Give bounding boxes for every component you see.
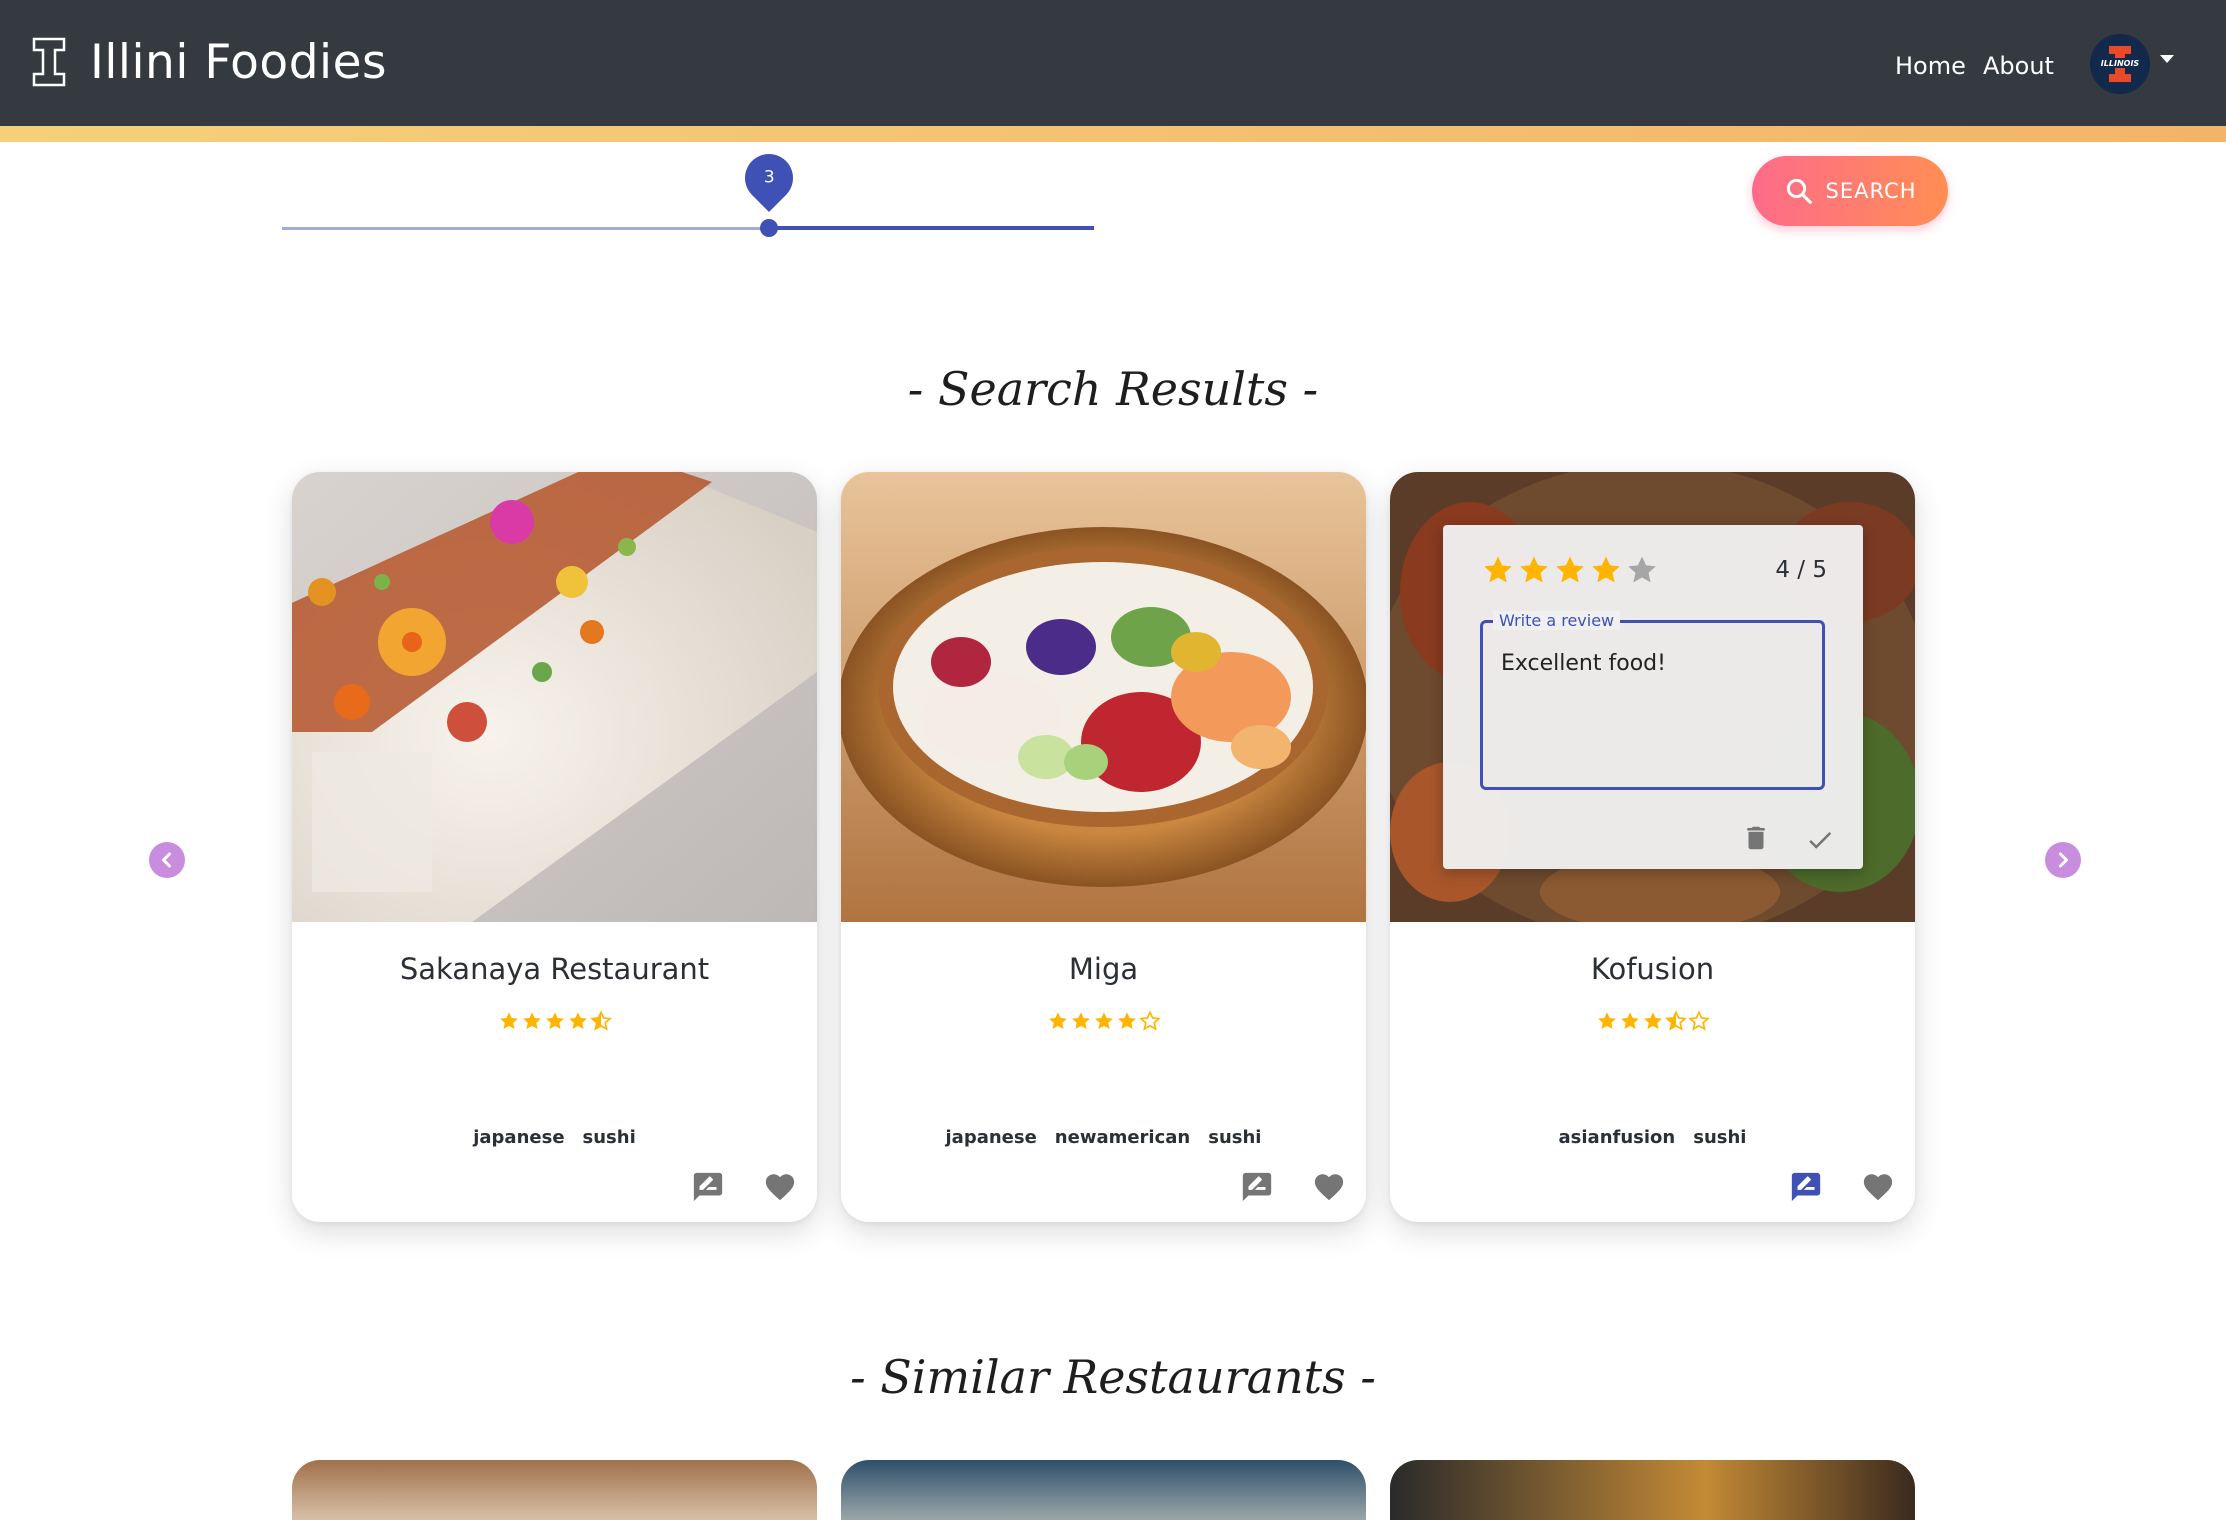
tag-list: asianfusion sushi (1390, 1127, 1915, 1148)
rate-review-icon (1242, 1172, 1272, 1202)
rating-stars (292, 1010, 817, 1032)
similar-restaurant-card[interactable] (292, 1460, 817, 1520)
restaurant-photo (292, 472, 817, 922)
star-filled-icon (568, 1012, 587, 1029)
restaurant-name: Kofusion (1590, 952, 1715, 986)
write-review-button[interactable] (691, 1170, 725, 1204)
star-filled-icon (1094, 1012, 1113, 1029)
heart-icon (1863, 1174, 1893, 1201)
star-filled-icon (1071, 1012, 1090, 1029)
similar-restaurant-card[interactable] (1390, 1460, 1915, 1520)
star-empty-icon (1687, 1010, 1710, 1031)
slider-rail-filled[interactable] (282, 227, 769, 230)
search-results-heading: - Search Results - (907, 362, 1319, 416)
slider-value-label: 3 (735, 144, 803, 212)
write-review-button[interactable] (1789, 1170, 1823, 1204)
favorite-button[interactable] (1861, 1170, 1895, 1204)
restaurant-name: Sakanaya Restaurant (399, 952, 710, 986)
app-title: Illini Foodies (90, 34, 387, 90)
search-button[interactable]: SEARCH (1752, 156, 1948, 226)
review-field-label: Write a review (1493, 611, 1621, 630)
nav-about-link[interactable]: About (1983, 52, 2054, 80)
star-filled-icon (1048, 1012, 1067, 1029)
tag[interactable]: newamerican (1055, 1127, 1190, 1148)
restaurant-photo (841, 472, 1366, 922)
carousel-prev-button[interactable] (149, 842, 185, 878)
brand[interactable]: Illini Foodies (32, 30, 387, 94)
check-icon[interactable] (1805, 825, 1835, 855)
star-filled-icon[interactable] (1517, 553, 1551, 587)
tag[interactable]: sushi (1208, 1127, 1261, 1148)
heart-icon (765, 1174, 795, 1201)
distance-slider[interactable]: 3 (282, 144, 1094, 240)
restaurant-card[interactable]: 4 / 5 Write a review Excellent food! Kof… (1390, 472, 1915, 1222)
star-filled-icon (1597, 1012, 1616, 1029)
header-accent-bar (0, 126, 2226, 142)
star-empty-icon[interactable] (1625, 553, 1659, 587)
similar-restaurant-card[interactable] (841, 1460, 1366, 1520)
search-button-label: SEARCH (1825, 179, 1917, 203)
tag[interactable]: sushi (1693, 1127, 1746, 1148)
star-half-icon (1664, 1010, 1687, 1031)
slider-thumb[interactable] (760, 219, 778, 237)
star-filled-icon (522, 1012, 541, 1029)
navbar: Illini Foodies Home About ILLINOIS (0, 0, 2226, 142)
star-filled-icon[interactable] (1481, 553, 1515, 587)
star-filled-icon (1643, 1012, 1662, 1029)
favorite-button[interactable] (763, 1170, 797, 1204)
carousel-next-button[interactable] (2045, 842, 2081, 878)
rate-review-icon (1791, 1172, 1821, 1202)
star-filled-icon[interactable] (1589, 553, 1623, 587)
review-score: 4 / 5 (1775, 557, 1827, 583)
star-filled-icon (1117, 1012, 1136, 1029)
card-actions (1751, 1170, 1895, 1204)
tag[interactable]: japanese (946, 1127, 1037, 1148)
slider-value-text: 3 (763, 168, 775, 189)
favorite-button[interactable] (1312, 1170, 1346, 1204)
avatar-text: ILLINOIS (2101, 59, 2140, 68)
rating-stars (841, 1010, 1366, 1032)
chevron-left-icon (162, 852, 171, 868)
tag-list: japanese sushi (292, 1127, 817, 1148)
tag[interactable]: japanese (473, 1127, 564, 1148)
review-star-rating[interactable] (1481, 553, 1661, 587)
similar-restaurants-heading: - Similar Restaurants - (850, 1350, 1376, 1404)
star-filled-icon[interactable] (1553, 553, 1587, 587)
illinois-avatar-icon: ILLINOIS (2090, 34, 2150, 94)
chevron-right-icon (2059, 852, 2068, 868)
card-actions (653, 1170, 797, 1204)
restaurant-name: Miga (1068, 952, 1139, 986)
review-popup: 4 / 5 Write a review Excellent food! (1443, 525, 1863, 869)
tag[interactable]: sushi (583, 1127, 636, 1148)
tag-list: japanese newamerican sushi (841, 1127, 1366, 1148)
review-textarea[interactable]: Excellent food! (1501, 651, 1666, 676)
star-filled-icon (1620, 1012, 1639, 1029)
star-filled-icon (499, 1012, 518, 1029)
write-review-button[interactable] (1240, 1170, 1274, 1204)
rating-stars (1390, 1010, 1915, 1032)
restaurant-card[interactable]: Miga japanese newamerican sushi (841, 472, 1366, 1222)
restaurant-card[interactable]: Sakanaya Restaurant japanese sushi (292, 472, 817, 1222)
heart-icon (1314, 1174, 1344, 1201)
star-filled-icon (545, 1012, 564, 1029)
delete-icon[interactable] (1741, 823, 1771, 853)
illinois-i-logo-icon (32, 37, 66, 87)
avatar[interactable]: ILLINOIS (2090, 34, 2150, 94)
nav-home-link[interactable]: Home (1895, 52, 1966, 80)
rate-review-icon (693, 1172, 723, 1202)
star-empty-icon (1138, 1010, 1161, 1031)
card-actions (1202, 1170, 1346, 1204)
slider-rail[interactable] (769, 226, 1094, 230)
review-field[interactable]: Write a review Excellent food! (1480, 611, 1825, 790)
star-half-icon (589, 1010, 612, 1031)
search-icon (1786, 178, 1812, 204)
chevron-down-icon[interactable] (2160, 55, 2174, 63)
tag[interactable]: asianfusion (1559, 1127, 1676, 1148)
